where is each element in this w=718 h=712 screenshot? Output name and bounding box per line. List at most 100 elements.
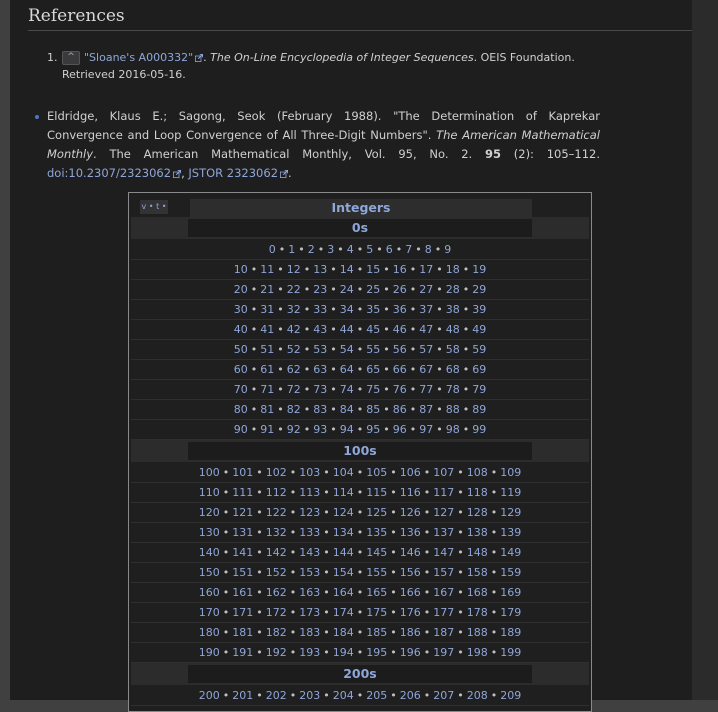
integer-link[interactable]: 151 bbox=[232, 566, 253, 579]
integer-link[interactable]: 197 bbox=[433, 646, 454, 659]
integer-link[interactable]: 9 bbox=[444, 243, 451, 256]
integer-link[interactable]: 176 bbox=[400, 606, 421, 619]
integer-link[interactable]: 130 bbox=[199, 526, 220, 539]
integer-link[interactable]: 0 bbox=[269, 243, 276, 256]
integer-link[interactable]: 172 bbox=[266, 606, 287, 619]
integer-link[interactable]: 102 bbox=[266, 466, 287, 479]
integer-link[interactable]: 170 bbox=[199, 606, 220, 619]
integer-link[interactable]: 60 bbox=[234, 363, 248, 376]
integer-link[interactable]: 42 bbox=[287, 323, 301, 336]
integer-link[interactable]: 52 bbox=[287, 343, 301, 356]
integer-link[interactable]: 166 bbox=[400, 586, 421, 599]
integer-link[interactable]: 182 bbox=[266, 626, 287, 639]
integer-link[interactable]: 61 bbox=[260, 363, 274, 376]
jstor-link[interactable]: JSTOR 2323062 bbox=[188, 166, 289, 180]
integer-link[interactable]: 163 bbox=[299, 586, 320, 599]
integer-link[interactable]: 141 bbox=[232, 546, 253, 559]
integer-link[interactable]: 16 bbox=[393, 263, 407, 276]
integer-link[interactable]: 88 bbox=[446, 403, 460, 416]
integer-link[interactable]: 203 bbox=[299, 689, 320, 702]
integer-link[interactable]: 131 bbox=[232, 526, 253, 539]
navbox-title[interactable]: Integers bbox=[190, 199, 532, 217]
integer-link[interactable]: 73 bbox=[313, 383, 327, 396]
integer-link[interactable]: 103 bbox=[299, 466, 320, 479]
integer-link[interactable]: 86 bbox=[393, 403, 407, 416]
integer-link[interactable]: 5 bbox=[366, 243, 373, 256]
integer-link[interactable]: 20 bbox=[234, 283, 248, 296]
integer-link[interactable]: 175 bbox=[366, 606, 387, 619]
integer-link[interactable]: 94 bbox=[340, 423, 354, 436]
integer-link[interactable]: 132 bbox=[266, 526, 287, 539]
integer-link[interactable]: 13 bbox=[313, 263, 327, 276]
integer-link[interactable]: 171 bbox=[232, 606, 253, 619]
integer-link[interactable]: 160 bbox=[199, 586, 220, 599]
integer-link[interactable]: 15 bbox=[366, 263, 380, 276]
integer-link[interactable]: 76 bbox=[393, 383, 407, 396]
integer-link[interactable]: 194 bbox=[333, 646, 354, 659]
integer-link[interactable]: 146 bbox=[400, 546, 421, 559]
integer-link[interactable]: 143 bbox=[299, 546, 320, 559]
integer-link[interactable]: 198 bbox=[467, 646, 488, 659]
integer-link[interactable]: 53 bbox=[313, 343, 327, 356]
integer-link[interactable]: 79 bbox=[472, 383, 486, 396]
integer-link[interactable]: 121 bbox=[232, 506, 253, 519]
integer-link[interactable]: 70 bbox=[234, 383, 248, 396]
integer-link[interactable]: 149 bbox=[500, 546, 521, 559]
integer-link[interactable]: 107 bbox=[433, 466, 454, 479]
integer-link[interactable]: 167 bbox=[433, 586, 454, 599]
integer-link[interactable]: 148 bbox=[467, 546, 488, 559]
integer-link[interactable]: 116 bbox=[400, 486, 421, 499]
integer-link[interactable]: 122 bbox=[266, 506, 287, 519]
integer-link[interactable]: 195 bbox=[366, 646, 387, 659]
integer-link[interactable]: 10 bbox=[234, 263, 248, 276]
integer-link[interactable]: 32 bbox=[287, 303, 301, 316]
integer-link[interactable]: 95 bbox=[366, 423, 380, 436]
integer-link[interactable]: 177 bbox=[433, 606, 454, 619]
integer-link[interactable]: 91 bbox=[260, 423, 274, 436]
integer-link[interactable]: 38 bbox=[446, 303, 460, 316]
integer-link[interactable]: 64 bbox=[340, 363, 354, 376]
integer-link[interactable]: 46 bbox=[393, 323, 407, 336]
integer-link[interactable]: 75 bbox=[366, 383, 380, 396]
integer-link[interactable]: 8 bbox=[425, 243, 432, 256]
integer-link[interactable]: 27 bbox=[419, 283, 433, 296]
integer-link[interactable]: 184 bbox=[333, 626, 354, 639]
integer-link[interactable]: 65 bbox=[366, 363, 380, 376]
integer-link[interactable]: 181 bbox=[232, 626, 253, 639]
integer-link[interactable]: 17 bbox=[419, 263, 433, 276]
integer-link[interactable]: 185 bbox=[366, 626, 387, 639]
integer-link[interactable]: 49 bbox=[472, 323, 486, 336]
integer-link[interactable]: 98 bbox=[446, 423, 460, 436]
integer-link[interactable]: 196 bbox=[400, 646, 421, 659]
integer-link[interactable]: 113 bbox=[299, 486, 320, 499]
integer-link[interactable]: 23 bbox=[313, 283, 327, 296]
integer-link[interactable]: 33 bbox=[313, 303, 327, 316]
integer-link[interactable]: 82 bbox=[287, 403, 301, 416]
integer-link[interactable]: 209 bbox=[500, 689, 521, 702]
integer-link[interactable]: 129 bbox=[500, 506, 521, 519]
integer-link[interactable]: 29 bbox=[472, 283, 486, 296]
integer-link[interactable]: 144 bbox=[333, 546, 354, 559]
integer-link[interactable]: 14 bbox=[340, 263, 354, 276]
integer-link[interactable]: 66 bbox=[393, 363, 407, 376]
integer-link[interactable]: 139 bbox=[500, 526, 521, 539]
integer-link[interactable]: 43 bbox=[313, 323, 327, 336]
integer-link[interactable]: 136 bbox=[400, 526, 421, 539]
integer-link[interactable]: 25 bbox=[366, 283, 380, 296]
integer-link[interactable]: 207 bbox=[433, 689, 454, 702]
integer-link[interactable]: 59 bbox=[472, 343, 486, 356]
integer-link[interactable]: 153 bbox=[299, 566, 320, 579]
integer-link[interactable]: 119 bbox=[500, 486, 521, 499]
integer-link[interactable]: 174 bbox=[333, 606, 354, 619]
integer-link[interactable]: 44 bbox=[340, 323, 354, 336]
navbox-group-label[interactable]: 0s bbox=[188, 219, 532, 237]
integer-link[interactable]: 93 bbox=[313, 423, 327, 436]
integer-link[interactable]: 72 bbox=[287, 383, 301, 396]
integer-link[interactable]: 89 bbox=[472, 403, 486, 416]
integer-link[interactable]: 87 bbox=[419, 403, 433, 416]
integer-link[interactable]: 24 bbox=[340, 283, 354, 296]
integer-link[interactable]: 126 bbox=[400, 506, 421, 519]
integer-link[interactable]: 26 bbox=[393, 283, 407, 296]
integer-link[interactable]: 45 bbox=[366, 323, 380, 336]
integer-link[interactable]: 145 bbox=[366, 546, 387, 559]
